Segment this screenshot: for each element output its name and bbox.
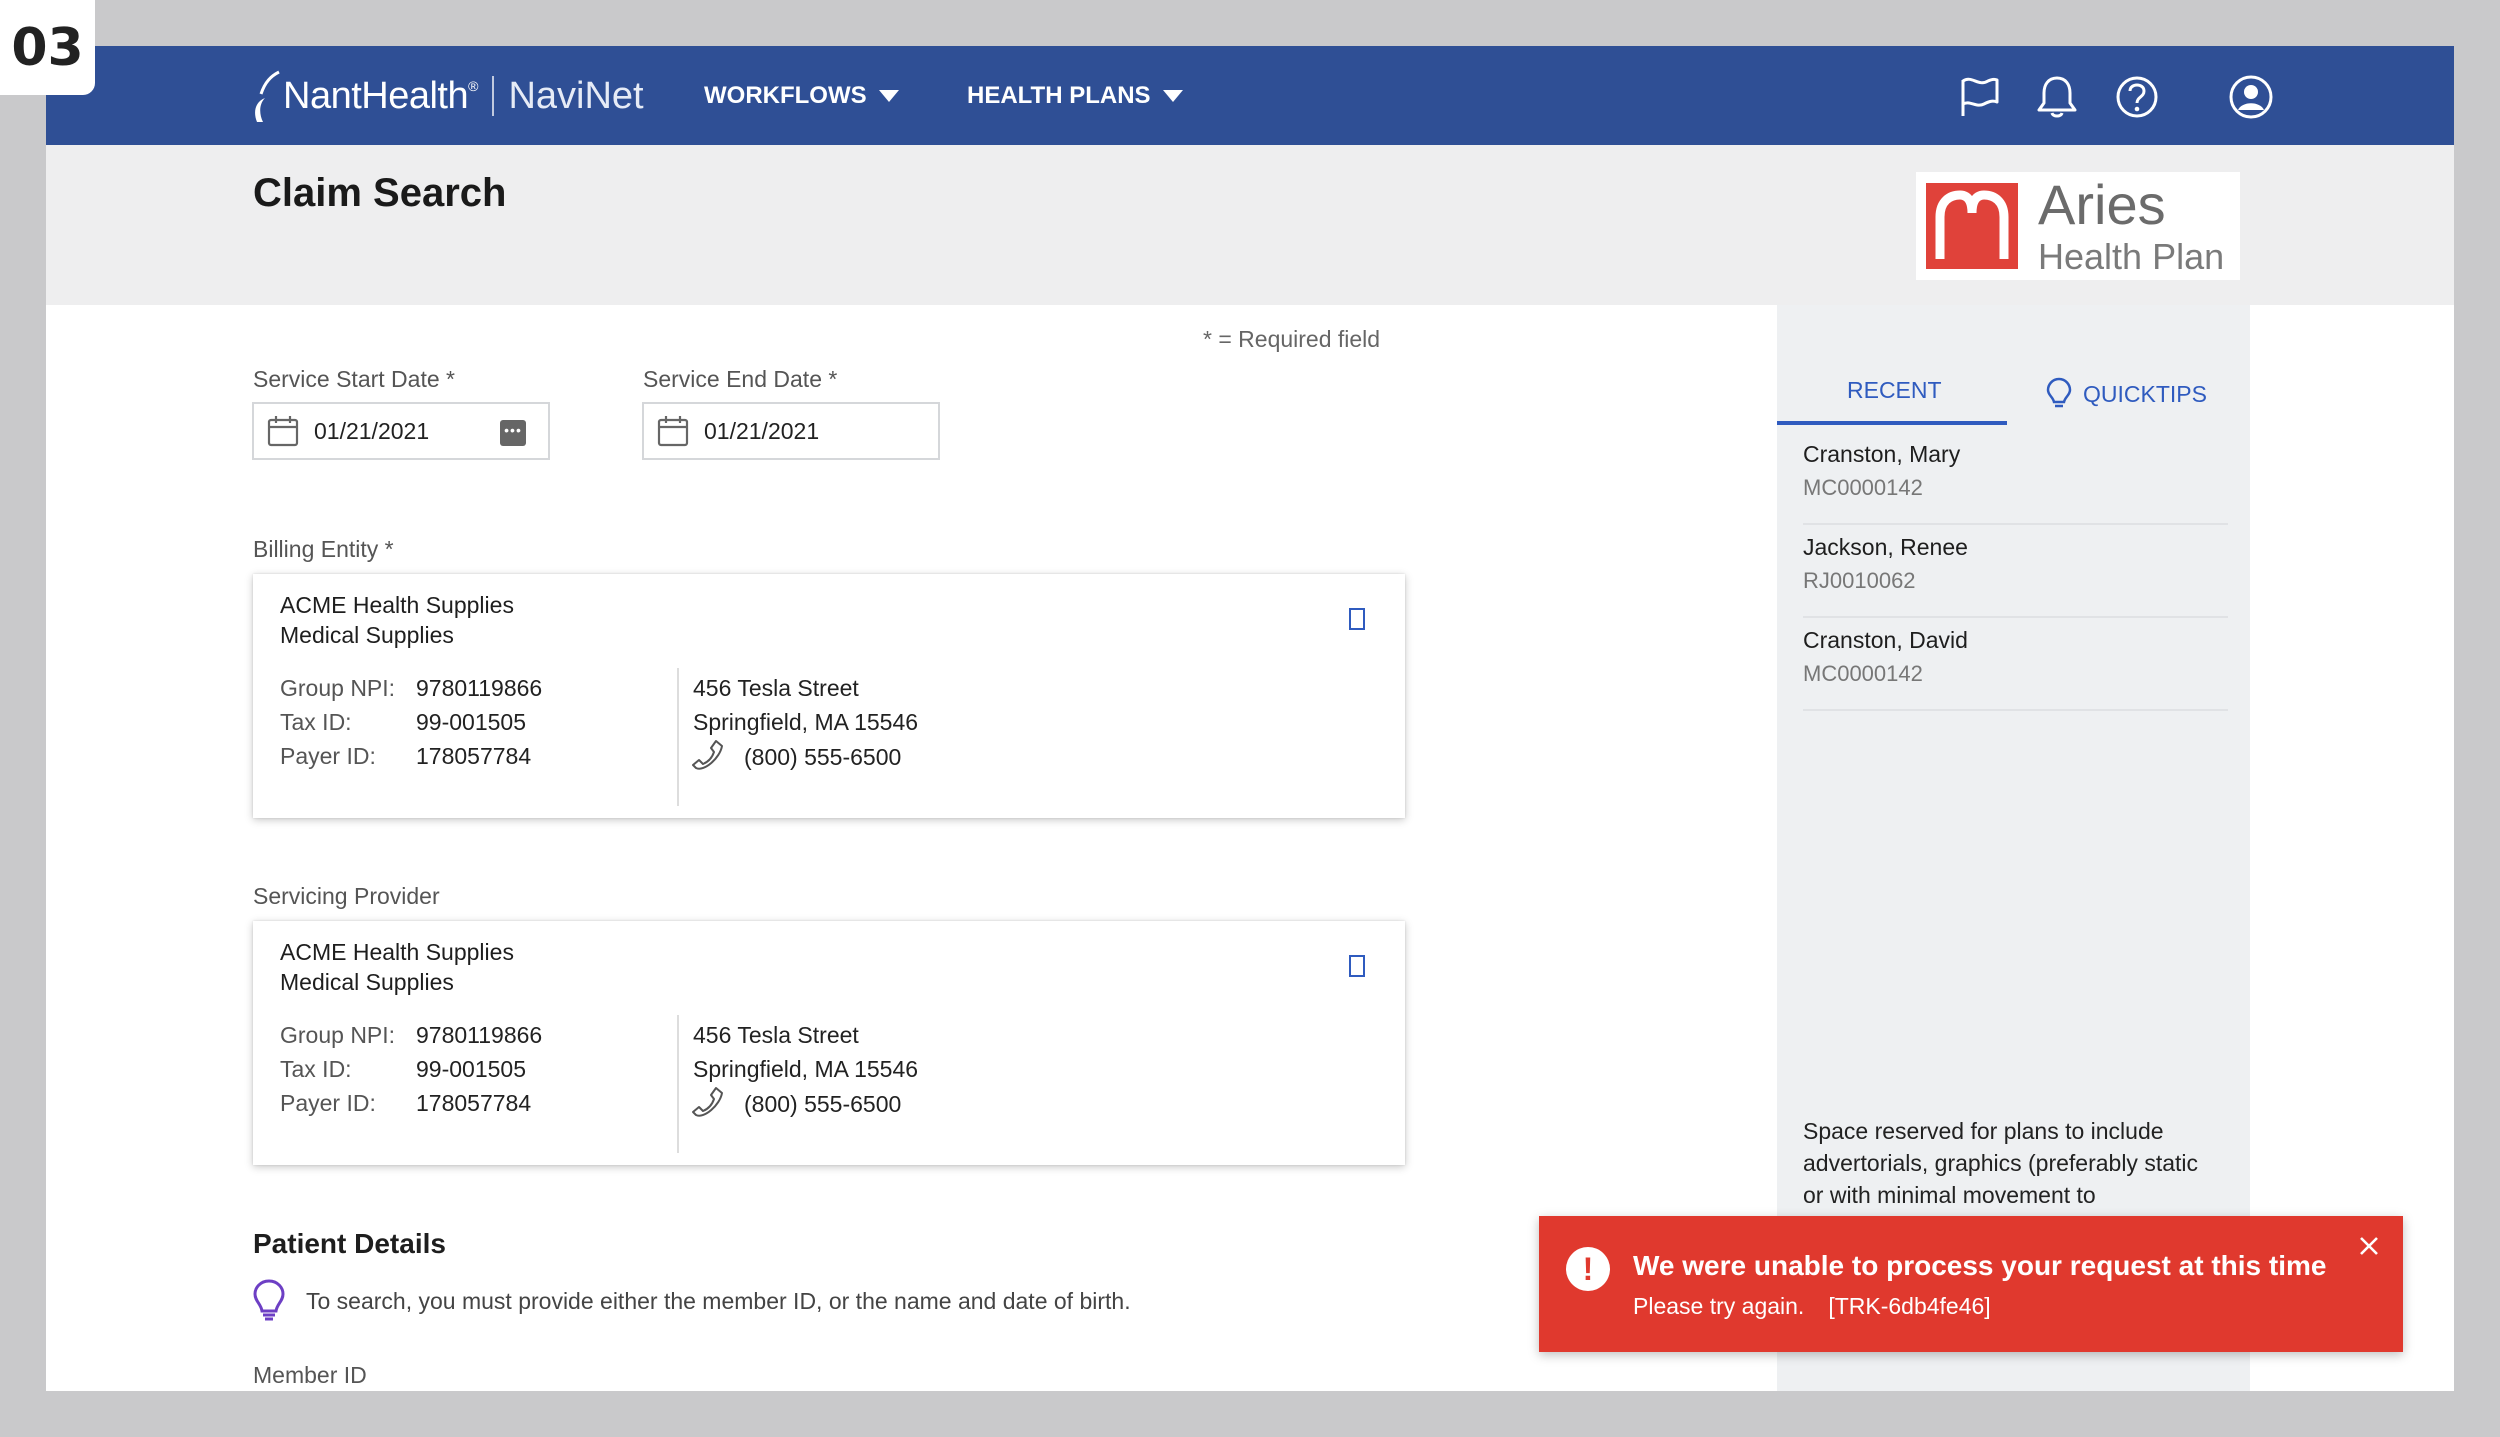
flag-icon[interactable]: [1954, 72, 2004, 122]
tab-recent[interactable]: RECENT: [1847, 377, 1942, 404]
tax-id-label: Tax ID:: [280, 1056, 352, 1082]
group-npi-value: 9780119866: [416, 1022, 543, 1048]
step-number-badge: 03: [0, 0, 95, 95]
phone-number: (800) 555-6500: [744, 1091, 902, 1117]
error-toast-message: Please try again. [TRK-6db4fe46]: [1633, 1293, 1991, 1320]
lightbulb-icon: [253, 1279, 285, 1321]
close-icon[interactable]: [2353, 1230, 2385, 1262]
recent-member-id: MC0000142: [1803, 661, 1923, 686]
patient-details-title: Patient Details: [253, 1228, 446, 1259]
servicing-provider-name: ACME Health Supplies Medical Supplies: [280, 939, 514, 995]
plan-name: Aries: [2038, 173, 2166, 236]
page-header: Claim Search Aries Health Plan: [46, 145, 2454, 305]
group-npi-label: Group NPI:: [280, 675, 396, 701]
recent-member-id: MC0000142: [1803, 475, 1923, 500]
reserved-ad-space-text: Space reserved for plans to include adve…: [1803, 1118, 2198, 1208]
tab-quicktips[interactable]: QUICKTIPS: [2045, 377, 2207, 411]
edit-icon[interactable]: [1349, 608, 1365, 630]
recent-member-name: Cranston, Mary: [1803, 441, 1961, 467]
service-start-date-label: Service Start Date *: [253, 366, 455, 392]
phone-icon: [692, 1087, 723, 1117]
brand-name: NantHealth: [283, 74, 469, 117]
calendar-icon: [657, 416, 689, 447]
billing-entity-card[interactable]: ACME Health Supplies Medical Supplies Gr…: [253, 574, 1405, 818]
aries-health-plan-logo: Aries Health Plan: [1916, 172, 2240, 280]
servicing-provider-card[interactable]: ACME Health Supplies Medical Supplies Gr…: [253, 921, 1405, 1165]
group-npi-label: Group NPI:: [280, 1022, 396, 1048]
address-city: Springfield, MA 15546: [693, 709, 919, 735]
phone-icon: [692, 740, 723, 770]
product-name: NaviNet: [508, 74, 644, 117]
tax-id-value: 99-001505: [416, 709, 526, 735]
billing-entity-label: Billing Entity *: [253, 536, 394, 562]
nav-workflows-label: WORKFLOWS: [704, 82, 867, 109]
card-divider: [677, 668, 679, 806]
recent-member-item[interactable]: Cranston, David MC0000142: [1803, 617, 2228, 711]
plan-subtitle: Health Plan: [2038, 236, 2225, 277]
nav-health-plans[interactable]: HEALTH PLANS: [967, 82, 1183, 110]
address-street: 456 Tesla Street: [693, 675, 859, 701]
recent-member-id: RJ0010062: [1803, 568, 1916, 593]
phone-number: (800) 555-6500: [744, 744, 902, 770]
billing-entity-name: ACME Health Supplies Medical Supplies: [280, 592, 514, 648]
payer-id-label: Payer ID:: [280, 1090, 376, 1116]
nanthealth-navinet-logo[interactable]: NantHealth ® NaviNet: [251, 66, 644, 126]
tax-id-label: Tax ID:: [280, 709, 352, 735]
recent-member-name: Cranston, David: [1803, 627, 1968, 653]
swoosh-icon: [255, 70, 280, 122]
active-tab-indicator: [1777, 421, 2007, 425]
required-field-note: * = Required field: [1203, 326, 1381, 352]
servicing-provider-label: Servicing Provider: [253, 883, 440, 909]
help-icon[interactable]: [2112, 72, 2162, 122]
error-tracking-code: [TRK-6db4fe46]: [1828, 1293, 1991, 1319]
card-divider: [677, 1015, 679, 1153]
service-end-date-label: Service End Date *: [643, 366, 838, 392]
error-toast: ! We were unable to process your request…: [1539, 1216, 2403, 1352]
recent-member-name: Jackson, Renee: [1803, 534, 1968, 560]
user-icon[interactable]: [2226, 72, 2276, 122]
payer-id-label: Payer ID:: [280, 743, 376, 769]
tax-id-value: 99-001505: [416, 1056, 526, 1082]
lightbulb-icon: [2046, 377, 2072, 408]
address-city: Springfield, MA 15546: [693, 1056, 919, 1082]
error-toast-title: We were unable to process your request a…: [1633, 1250, 2327, 1281]
service-start-date-value: 01/21/2021: [314, 417, 430, 444]
logo-divider: [492, 76, 495, 116]
chevron-down-icon: [878, 90, 899, 102]
payer-id-value: 178057784: [416, 743, 532, 769]
recent-member-item[interactable]: Jackson, Renee RJ0010062: [1803, 524, 2228, 618]
page-title: Claim Search: [253, 171, 507, 215]
payer-id-value: 178057784: [416, 1090, 532, 1116]
aries-mark-icon: [1926, 183, 2018, 269]
service-end-date-value: 01/21/2021: [704, 417, 820, 444]
address-street: 456 Tesla Street: [693, 1022, 859, 1048]
panel-tabs: RECENT QUICKTIPS: [1777, 305, 2250, 427]
edit-icon[interactable]: [1349, 955, 1365, 977]
chevron-down-icon: [1162, 90, 1183, 102]
bell-icon[interactable]: [2032, 72, 2082, 122]
patient-search-hint: To search, you must provide either the m…: [306, 1288, 1131, 1314]
app-window: NantHealth ® NaviNet WORKFLOWS HEALTH PL…: [46, 46, 2454, 1391]
top-nav-bar: NantHealth ® NaviNet WORKFLOWS HEALTH PL…: [46, 46, 2454, 145]
service-start-date-input[interactable]: 01/21/2021 •••: [252, 402, 550, 460]
member-id-label: Member ID: [253, 1362, 367, 1388]
more-options-icon[interactable]: •••: [500, 420, 526, 446]
alert-icon: !: [1566, 1247, 1610, 1291]
tab-quicktips-label: QUICKTIPS: [2083, 380, 2207, 407]
service-end-date-input[interactable]: 01/21/2021: [642, 402, 940, 460]
calendar-icon: [267, 416, 299, 447]
tab-recent-label: RECENT: [1847, 377, 1942, 403]
trademark-mark: ®: [468, 78, 479, 94]
nav-health-plans-label: HEALTH PLANS: [967, 82, 1151, 109]
nav-workflows[interactable]: WORKFLOWS: [704, 82, 899, 110]
recent-member-item[interactable]: Cranston, Mary MC0000142: [1803, 431, 2228, 525]
error-message-text: Please try again.: [1633, 1293, 1805, 1319]
group-npi-value: 9780119866: [416, 675, 543, 701]
